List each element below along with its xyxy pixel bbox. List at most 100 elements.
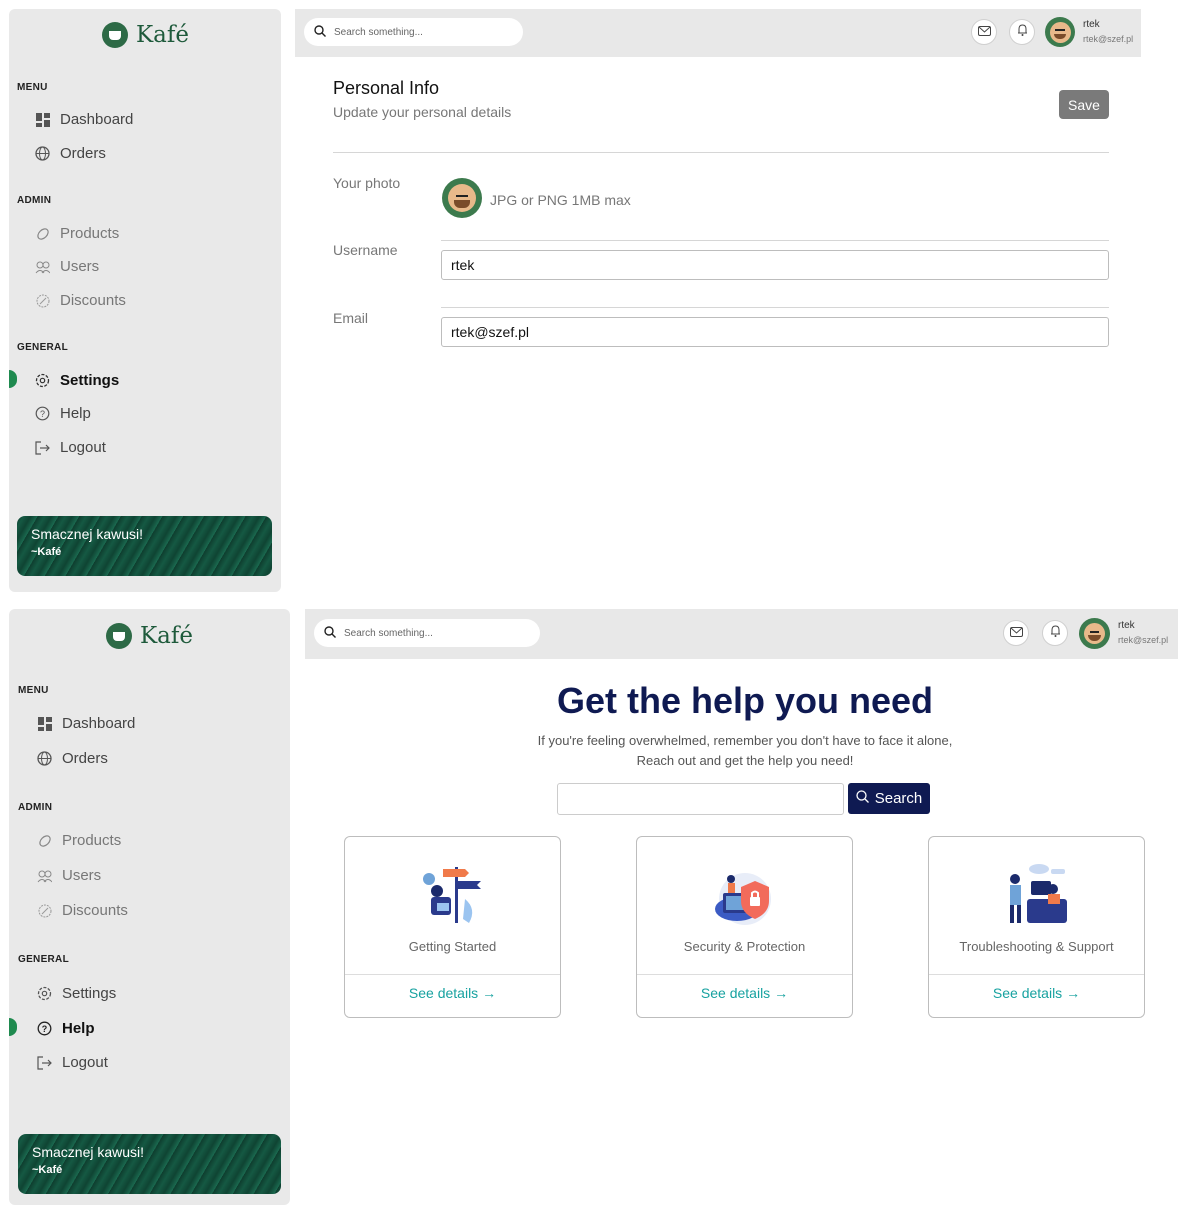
notifications-button[interactable] <box>1009 19 1035 45</box>
help-search-button[interactable]: Search <box>848 783 930 814</box>
sidebar-item-logout[interactable]: Logout <box>35 439 106 456</box>
sidebar-item-dashboard[interactable]: Dashboard <box>37 715 135 732</box>
sidebar-item-label: Dashboard <box>60 111 134 128</box>
sidebar-item-logout[interactable]: Logout <box>37 1054 108 1071</box>
brand-logo[interactable]: Kafé <box>106 623 193 649</box>
divider <box>441 307 1109 308</box>
sidebar-item-label: Dashboard <box>62 715 136 732</box>
save-button[interactable]: Save <box>1059 90 1109 119</box>
page-subtitle: Update your personal details <box>333 104 512 120</box>
search-placeholder: Search something... <box>334 26 423 38</box>
sidebar-item-label: Users <box>62 867 102 884</box>
search-button-label: Search <box>874 790 923 807</box>
help-card-getting-started[interactable]: Getting Started See details → <box>344 836 561 1018</box>
support-illustration <box>1001 859 1073 931</box>
sidebar-item-users[interactable]: Users <box>37 867 101 884</box>
sidebar-item-products[interactable]: Products <box>37 832 121 849</box>
sidebar-item-settings[interactable]: Settings <box>37 985 116 1002</box>
promo-line1: Smacznej kawusi! <box>31 526 144 542</box>
coffee-cup-icon <box>106 623 132 649</box>
help-subtitle-line2: Reach out and get the help you need! <box>636 753 854 768</box>
username-field[interactable] <box>441 250 1109 280</box>
logout-icon <box>35 440 50 455</box>
card-divider <box>929 974 1144 975</box>
globe-icon <box>35 146 50 161</box>
username-label: Username <box>333 242 398 258</box>
help-screen: Kafé MENU Dashboard Orders ADMIN Product… <box>0 600 1189 1205</box>
sidebar-item-users[interactable]: Users <box>35 258 99 275</box>
sidebar-item-label: Help <box>62 1020 95 1037</box>
users-icon <box>35 259 50 274</box>
help-card-troubleshooting[interactable]: Troubleshooting & Support See details → <box>928 836 1145 1018</box>
promo-card: Smacznej kawusi! ~Kafé <box>18 1134 281 1194</box>
sidebar-item-products[interactable]: Products <box>35 225 119 242</box>
discount-icon <box>37 903 52 918</box>
bell-icon <box>1050 624 1061 642</box>
photo-label: Your photo <box>333 175 401 191</box>
help-card-security[interactable]: Security & Protection See details → <box>636 836 853 1018</box>
profile-photo[interactable] <box>442 178 482 218</box>
dashboard-icon <box>35 112 50 127</box>
card-divider <box>637 974 852 975</box>
sidebar-item-label: Settings <box>60 372 120 389</box>
sidebar-item-label: Products <box>60 225 120 242</box>
divider <box>333 152 1109 153</box>
sidebar-item-discounts[interactable]: Discounts <box>37 902 128 919</box>
gear-icon <box>35 373 50 388</box>
sidebar-item-label: Products <box>62 832 122 849</box>
notifications-button[interactable] <box>1042 620 1068 646</box>
svg-text:?: ? <box>40 409 45 419</box>
user-avatar[interactable] <box>1079 618 1110 649</box>
page-title: Personal Info <box>333 78 440 98</box>
sidebar-item-label: Orders <box>60 145 106 162</box>
promo-line2: ~Kafé <box>32 1164 63 1176</box>
globe-icon <box>37 751 52 766</box>
user-email: rtek@szef.pl <box>1083 34 1134 44</box>
help-title: Get the help you need <box>556 680 934 721</box>
section-label-admin: ADMIN <box>18 802 53 813</box>
tag-icon <box>37 833 52 848</box>
security-illustration <box>709 859 781 931</box>
email-field[interactable] <box>441 317 1109 347</box>
sidebar-item-settings[interactable]: Settings <box>35 372 119 389</box>
sidebar-item-label: Help <box>60 405 91 422</box>
brand-logo[interactable]: Kafé <box>102 22 189 48</box>
sidebar-item-label: Settings <box>62 985 117 1002</box>
card-title: Getting Started <box>408 939 497 954</box>
card-title: Security & Protection <box>683 939 806 954</box>
promo-card: Smacznej kawusi! ~Kafé <box>17 516 272 576</box>
sidebar-item-dashboard[interactable]: Dashboard <box>35 111 133 128</box>
sidebar-item-label: Logout <box>60 439 106 456</box>
sidebar-item-help[interactable]: ? Help <box>35 405 91 422</box>
divider <box>441 240 1109 241</box>
user-avatar[interactable] <box>1045 17 1075 47</box>
sidebar-item-help[interactable]: ? Help <box>37 1020 95 1037</box>
dashboard-icon <box>37 716 52 731</box>
sidebar-item-orders[interactable]: Orders <box>37 750 108 767</box>
see-details-link[interactable]: See details → <box>637 985 852 1001</box>
sidebar-item-label: Discounts <box>60 292 126 309</box>
see-details-link[interactable]: See details → <box>929 985 1144 1001</box>
bell-icon <box>1017 23 1028 41</box>
search-input[interactable]: Search something... <box>314 619 540 647</box>
see-details-link[interactable]: See details → <box>345 985 560 1001</box>
search-input[interactable]: Search something... <box>304 18 523 46</box>
help-icon: ? <box>37 1021 52 1036</box>
user-email: rtek@szef.pl <box>1118 635 1169 645</box>
promo-line1: Smacznej kawusi! <box>32 1144 145 1160</box>
mail-button[interactable] <box>971 19 997 45</box>
search-icon <box>324 625 336 641</box>
search-icon <box>314 24 326 40</box>
sidebar-item-orders[interactable]: Orders <box>35 145 106 162</box>
section-label-general: GENERAL <box>17 342 68 353</box>
email-label: Email <box>333 310 369 326</box>
section-label-admin: ADMIN <box>17 195 52 206</box>
search-placeholder: Search something... <box>344 627 433 639</box>
getting-started-illustration <box>417 859 489 931</box>
tag-icon <box>35 226 50 241</box>
help-search-input[interactable] <box>557 783 844 815</box>
mail-button[interactable] <box>1003 620 1029 646</box>
help-subtitle-line1: If you're feeling overwhelmed, remember … <box>537 733 953 748</box>
help-icon: ? <box>35 406 50 421</box>
sidebar-item-discounts[interactable]: Discounts <box>35 292 126 309</box>
